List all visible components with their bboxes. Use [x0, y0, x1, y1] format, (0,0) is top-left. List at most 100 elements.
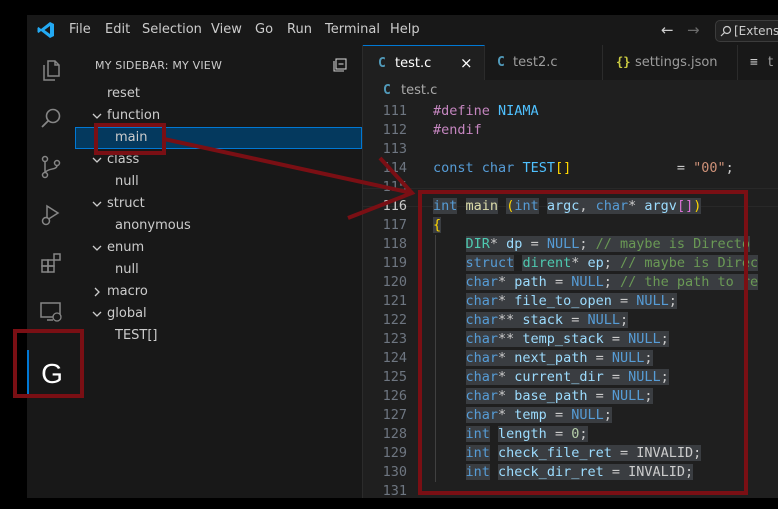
tab-label: test2.c	[513, 55, 558, 70]
code-text: char* temp = NULL;	[465, 407, 612, 423]
back-arrow-icon[interactable]: ←	[661, 15, 674, 45]
code-line: 126 char* base_path = NULL;	[363, 387, 778, 406]
tree-item[interactable]: null	[75, 171, 362, 193]
menu-file[interactable]: File	[69, 15, 91, 45]
source-control-icon[interactable]	[27, 143, 75, 191]
tab-test2-c[interactable]: C test2.c	[485, 45, 603, 80]
code-text: {	[433, 217, 442, 233]
tree-item[interactable]: struct	[75, 193, 362, 215]
tree-item-label: anonymous	[115, 218, 191, 233]
code-line: 121 char* file_to_open = NULL;	[363, 292, 778, 311]
code-line: 119 struct dirent* ep; // maybe is Direc	[363, 254, 778, 273]
code-line: 122 char** stack = NULL;	[363, 311, 778, 330]
code-text: char** stack = NULL;	[465, 312, 629, 328]
line-number: 127	[382, 407, 407, 423]
tree-item-label: class	[107, 152, 140, 167]
code-line: 130 int check_dir_ret = INVALID;	[363, 463, 778, 482]
tree-item[interactable]: macro	[75, 281, 362, 303]
menu-help[interactable]: Help	[390, 15, 420, 45]
code-line: 125 char* current_dir = NULL;	[363, 368, 778, 387]
code-text: struct dirent* ep; // maybe is Direc	[465, 255, 759, 271]
forward-arrow-icon[interactable]: →	[687, 15, 700, 45]
tree-item[interactable]: null	[75, 259, 362, 281]
tree-item-label: null	[115, 262, 139, 277]
menu-edit[interactable]: Edit	[105, 15, 130, 45]
tree-item[interactable]: class	[75, 149, 362, 171]
line-number: 125	[382, 369, 407, 385]
chevron-down-icon[interactable]	[92, 155, 102, 165]
tab-settings-json[interactable]: {} settings.json	[603, 45, 738, 80]
run-debug-icon[interactable]	[27, 191, 75, 239]
tree-item[interactable]: function	[75, 105, 362, 127]
line-number: 121	[382, 293, 407, 309]
code-text: #endif	[433, 122, 482, 138]
custom-g-icon[interactable]: G	[27, 350, 75, 398]
tree-item-label: macro	[107, 284, 148, 299]
tree-item[interactable]: main	[75, 127, 362, 149]
tab-label: test.c	[395, 56, 432, 71]
chevron-down-icon[interactable]	[92, 199, 102, 209]
line-number: 117	[382, 217, 407, 233]
code-text: int check_file_ret = INVALID;	[465, 445, 702, 461]
chevron-right-icon[interactable]	[92, 287, 102, 297]
line-number: 131	[382, 483, 407, 498]
tree-item-label: global	[107, 306, 147, 321]
code-editor[interactable]: 111 #define NIAMA 112 #endif 113 114 const cha…	[363, 102, 778, 498]
menu-run[interactable]: Run	[287, 15, 312, 45]
vscode-logo-icon	[37, 22, 54, 38]
c-file-icon: C	[497, 55, 505, 70]
remote-explorer-icon[interactable]	[27, 287, 75, 335]
tree-item[interactable]: global	[75, 303, 362, 325]
menu-selection[interactable]: Selection	[142, 15, 202, 45]
search-icon[interactable]	[27, 95, 75, 143]
close-icon[interactable]: ×	[460, 46, 473, 81]
tree-item[interactable]: reset	[75, 83, 362, 105]
vscode-window: File Edit Selection View Go Run Terminal…	[27, 15, 778, 498]
tab-test-c[interactable]: C test.c ×	[363, 45, 485, 80]
line-number: 128	[382, 426, 407, 442]
code-text: int length = 0;	[465, 426, 588, 442]
code-text: char* file_to_open = NULL;	[465, 293, 677, 309]
menu-go[interactable]: Go	[255, 15, 273, 45]
code-line: 118 DIR* dp = NULL; // maybe is Directo	[363, 235, 778, 254]
code-line: 124 char* next_path = NULL;	[363, 349, 778, 368]
search-text: [Extens	[734, 24, 778, 38]
code-text: int main (int argc, char* argv[])	[433, 198, 702, 214]
extensions-icon[interactable]	[27, 239, 75, 287]
tree-item[interactable]: anonymous	[75, 215, 362, 237]
chevron-down-icon[interactable]	[92, 111, 102, 121]
code-line: 116 int main (int argc, char* argv[])	[363, 197, 778, 216]
text-file-icon: ≡	[750, 55, 758, 70]
breadcrumb[interactable]: C test.c	[363, 80, 778, 102]
code-text: char* next_path = NULL;	[465, 350, 653, 366]
tree-item[interactable]: enum	[75, 237, 362, 259]
tab-label: settings.json	[635, 55, 718, 70]
sidebar: MY SIDEBAR: MY VIEW reset function main cla…	[75, 45, 363, 498]
command-center-search[interactable]: [Extens	[715, 20, 778, 42]
explorer-icon[interactable]	[27, 47, 75, 95]
chevron-down-icon[interactable]	[92, 309, 102, 319]
code-text: #define NIAMA	[433, 103, 539, 119]
editor-area: C test.c × C test2.c {} settings.json ≡ …	[363, 45, 778, 498]
line-number: 111	[382, 103, 407, 119]
code-text: char* path = NULL; // the path to re	[465, 274, 759, 290]
line-number: 130	[382, 464, 407, 480]
code-line: 117 {	[363, 216, 778, 235]
line-number: 112	[382, 122, 407, 138]
menu-terminal[interactable]: Terminal	[325, 15, 380, 45]
tree-item-label: function	[107, 108, 161, 123]
code-text: DIR* dp = NULL; // maybe is Directo	[465, 236, 751, 252]
tab-partial[interactable]: ≡ t	[738, 45, 778, 80]
line-number: 126	[382, 388, 407, 404]
search-icon	[720, 25, 732, 37]
chevron-down-icon[interactable]	[92, 243, 102, 253]
menu-view[interactable]: View	[211, 15, 242, 45]
collapse-all-icon[interactable]	[332, 57, 348, 73]
tree-item[interactable]: TEST[]	[75, 325, 362, 347]
tab-label: t	[768, 55, 774, 70]
sidebar-title: MY SIDEBAR: MY VIEW	[95, 59, 223, 72]
code-line: 123 char** temp_stack = NULL;	[363, 330, 778, 349]
code-line: 131	[363, 482, 778, 498]
code-line: 111 #define NIAMA	[363, 102, 778, 121]
line-number: 116	[382, 198, 407, 214]
